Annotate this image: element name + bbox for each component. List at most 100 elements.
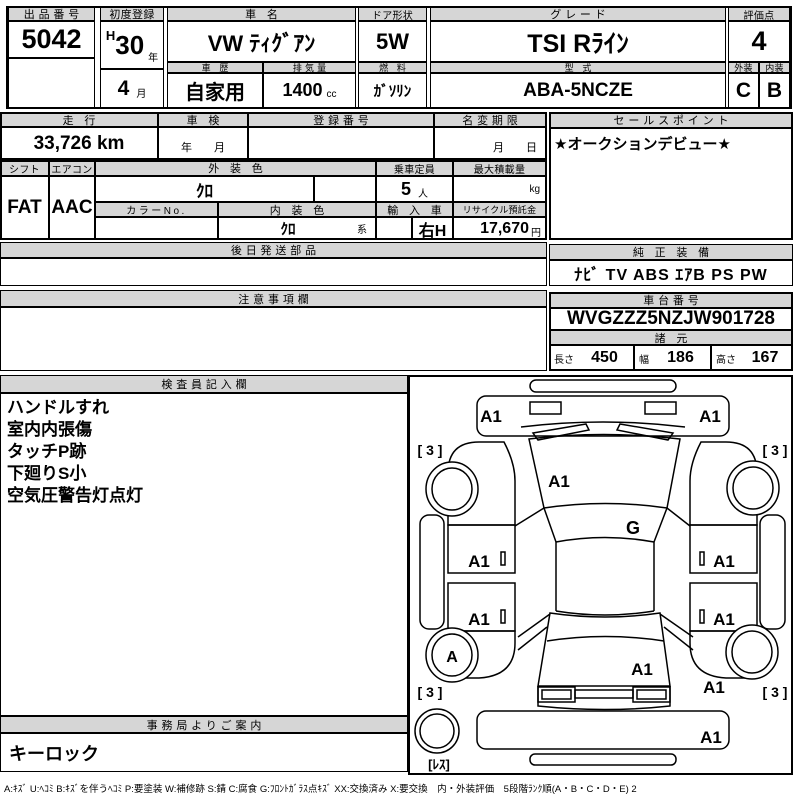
recycle-unit: 円 bbox=[531, 224, 541, 239]
damage-mark-front-glass: G bbox=[626, 518, 640, 538]
grade-header: グレード bbox=[430, 7, 726, 21]
inspector-header: 検査員記入欄 bbox=[0, 375, 408, 393]
model-code-header: 型 式 bbox=[430, 62, 726, 73]
max-load-header: 最大積載量 bbox=[453, 160, 546, 176]
cowl-arc bbox=[521, 422, 685, 427]
sales-point-header: セールスポイント bbox=[549, 112, 793, 128]
name-change-value: 月 日 bbox=[434, 127, 546, 160]
exterior-grade: C bbox=[728, 73, 759, 108]
headlight-right-shape bbox=[645, 402, 676, 414]
side-sill-right-shape bbox=[760, 515, 785, 629]
office-header: 事務局よりご案内 bbox=[0, 716, 408, 733]
reg-month: 4 bbox=[118, 77, 130, 101]
tire-depth-front-left: [ 3 ] bbox=[418, 442, 443, 458]
name-change-header: 名変期限 bbox=[434, 112, 546, 127]
interior-header: 内装 bbox=[759, 62, 790, 73]
rear-bumper-shape bbox=[477, 711, 729, 749]
doors-value: 5W bbox=[358, 21, 427, 62]
displacement-value: 1400 cc bbox=[263, 73, 356, 108]
fuel-value: ｶﾞｿﾘﾝ bbox=[358, 73, 427, 108]
damage-mark-rear-glass: A1 bbox=[631, 660, 653, 679]
era-letter: H bbox=[106, 28, 115, 43]
reg-year: 30 bbox=[115, 30, 144, 61]
dimensions-header: 諸 元 bbox=[549, 330, 793, 345]
ext-color-header: 外 装 色 bbox=[95, 160, 376, 176]
sales-point-value: ★オークションデビュー★ bbox=[549, 128, 793, 240]
recycle-value: 17,670 円 bbox=[453, 217, 546, 240]
inspector-note-line: 下廻りS小 bbox=[7, 463, 143, 485]
tire-depth-rear-right: [ 3 ] bbox=[763, 684, 788, 700]
import-header: 輸 入 車 bbox=[376, 202, 453, 217]
reg-no-value bbox=[248, 127, 434, 160]
damage-mark-rear-bumper: A1 bbox=[700, 728, 722, 747]
recycle-amount: 17,670 bbox=[480, 220, 529, 238]
front-bumper-shape bbox=[530, 380, 676, 392]
tire-depth-front-right: [ 3 ] bbox=[763, 442, 788, 458]
later-parts-value bbox=[0, 258, 547, 286]
car-name-value: VW ﾃｨｸﾞｱﾝ bbox=[167, 21, 356, 62]
height-value: 167 bbox=[738, 349, 792, 367]
damage-mark-rear-quarter-right: A1 bbox=[703, 678, 725, 697]
interior-grade: B bbox=[759, 73, 790, 108]
car-name-header: 車 名 bbox=[167, 7, 356, 21]
hood-shape bbox=[477, 396, 729, 436]
recycle-header: リサイクル預託金 bbox=[453, 202, 546, 217]
inspector-notes: ハンドルすれ 室内内張傷 タッチP跡 下廻りS小 空気圧警告灯点灯 bbox=[0, 393, 408, 716]
car-damage-diagram: A1 A1 A1 G A1 A1 A1 A1 A A1 A1 A1 [ 3 ] … bbox=[408, 375, 793, 775]
color-no-value bbox=[95, 217, 218, 240]
aircon-value: AAC bbox=[49, 176, 95, 240]
damage-mark-rear-door-left: A1 bbox=[468, 610, 490, 629]
damage-mark-hood-right: A1 bbox=[699, 407, 721, 426]
damage-mark-windshield: A1 bbox=[548, 472, 570, 491]
first-reg-year: H 30 年 bbox=[100, 21, 164, 69]
width-label: 幅 bbox=[635, 351, 651, 366]
displacement-header: 排気量 bbox=[263, 62, 356, 73]
caution-header: 注意事項欄 bbox=[0, 290, 547, 307]
int-color-value: ｸﾛ 系 bbox=[218, 217, 376, 240]
front-wheel-right-shape bbox=[727, 461, 779, 515]
int-color-header: 内 装 色 bbox=[218, 202, 376, 217]
inspector-note-line: タッチP跡 bbox=[7, 441, 143, 463]
shift-value: FAT bbox=[0, 176, 49, 240]
shaken-header: 車 検 bbox=[158, 112, 248, 127]
grade-value: TSI Rﾗｲﾝ bbox=[430, 21, 726, 62]
office-value: キーロック bbox=[0, 733, 408, 772]
vin-value: WVGZZZ5NZJW901728 bbox=[549, 308, 793, 330]
auction-no-value: 5042 bbox=[8, 21, 95, 58]
max-load-value: kg bbox=[453, 176, 546, 202]
import-empty-cell bbox=[376, 217, 412, 240]
aircon-header: エアコン bbox=[49, 160, 95, 176]
shaken-value: 年 月 bbox=[158, 127, 248, 160]
later-parts-header: 後日発送部品 bbox=[0, 242, 547, 258]
length-cell: 長さ 450 bbox=[549, 345, 634, 371]
damage-mark-rear-door-right: A1 bbox=[713, 610, 735, 629]
inspector-note-line: 室内内張傷 bbox=[7, 419, 143, 441]
height-cell: 高さ 167 bbox=[711, 345, 793, 371]
capacity-header: 乗車定員 bbox=[376, 160, 453, 176]
displacement-number: 1400 bbox=[282, 80, 322, 101]
fuel-header: 燃 料 bbox=[358, 62, 427, 73]
height-label: 高さ bbox=[712, 351, 738, 366]
width-value: 186 bbox=[651, 349, 710, 367]
displacement-unit: cc bbox=[327, 89, 337, 100]
side-sill-left-shape bbox=[420, 515, 444, 629]
ext-color-empty-cell bbox=[314, 176, 376, 202]
spare-tire-label: [ﾚｽ] bbox=[428, 757, 450, 772]
shift-header: シフト bbox=[0, 160, 49, 176]
spare-tire-shape bbox=[415, 709, 459, 753]
import-value: 右H bbox=[412, 217, 453, 240]
tire-depth-rear-left: [ 3 ] bbox=[418, 684, 443, 700]
int-color-name: ｸﾛ bbox=[219, 218, 357, 239]
history-header: 車 歴 bbox=[167, 62, 263, 73]
month-unit: 月 bbox=[136, 85, 146, 100]
score-header: 評価点 bbox=[728, 7, 790, 21]
length-label: 長さ bbox=[550, 351, 576, 366]
vin-header: 車台番号 bbox=[549, 292, 793, 308]
damage-mark-front-door-left: A1 bbox=[468, 552, 490, 571]
exterior-header: 外装 bbox=[728, 62, 759, 73]
caution-value bbox=[0, 307, 547, 371]
int-color-suffix: 系 bbox=[357, 221, 375, 236]
year-unit: 年 bbox=[148, 49, 158, 64]
auction-no-header: 出品番号 bbox=[8, 7, 95, 21]
auction-no-empty-cell bbox=[8, 58, 95, 108]
